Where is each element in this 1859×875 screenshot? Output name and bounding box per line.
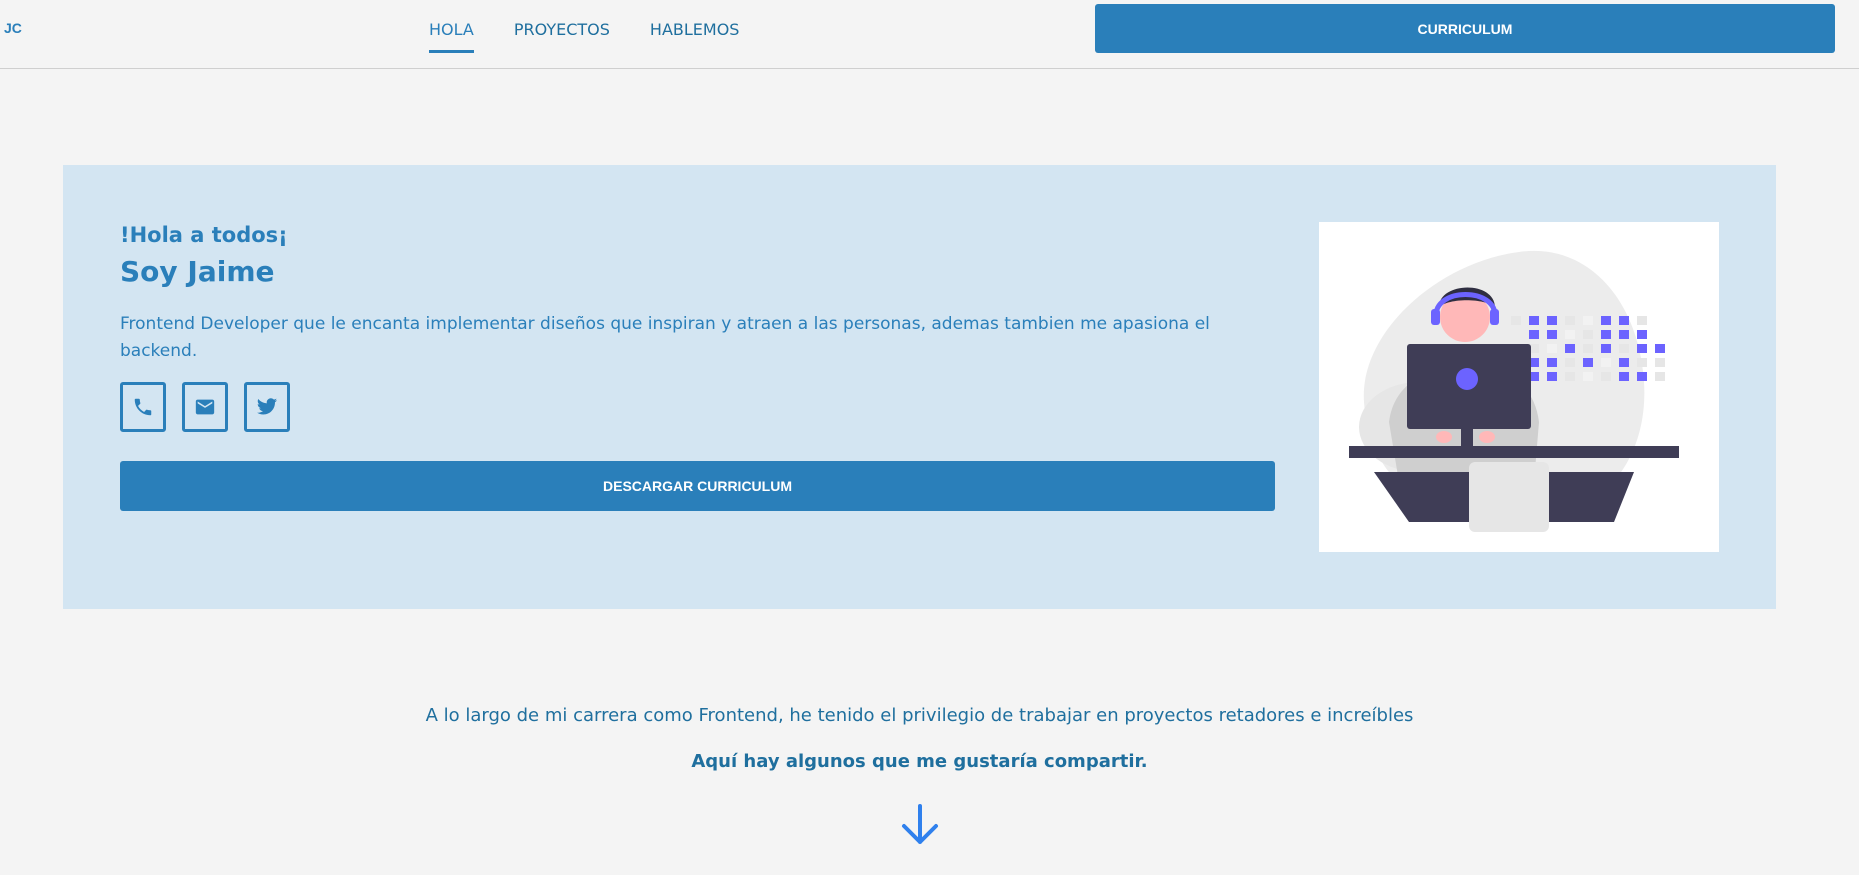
download-cv-button[interactable]: DESCARGAR CURRICULUM: [120, 461, 1275, 511]
curriculum-button[interactable]: CURRICULUM: [1095, 4, 1835, 53]
nav-item-label: PROYECTOS: [513, 20, 610, 39]
nav-item-hola[interactable]: HOLA: [429, 0, 474, 60]
phone-icon: [134, 398, 152, 416]
hero-greeting: !Hola a todos¡: [120, 223, 288, 247]
nav-item-label: HABLEMOS: [649, 20, 740, 39]
nav-item-label: HOLA: [429, 20, 474, 39]
logo[interactable]: JC: [4, 20, 22, 36]
projects-intro-highlight: Aquí hay algunos que me gustaría compart…: [691, 751, 1148, 772]
hero-description: Frontend Developer que le encanta implem…: [120, 314, 1210, 361]
hero-section: !Hola a todos¡ Soy Jaime Frontend Develo…: [63, 165, 1776, 609]
mail-icon: [195, 399, 215, 415]
site-header: JC HOLA PROYECTOS HABLEMOS CURRICULUM: [0, 0, 1859, 69]
social-links: [120, 382, 306, 432]
arrow-down-icon[interactable]: [898, 802, 942, 846]
phone-button[interactable]: [120, 382, 166, 432]
hero-name: Soy Jaime: [120, 255, 275, 288]
nav-item-hablemos[interactable]: HABLEMOS: [650, 0, 740, 60]
developer-illustration: [1319, 222, 1719, 552]
active-indicator: [429, 50, 474, 53]
projects-intro-text: A lo largo de mi carrera como Frontend, …: [425, 705, 1414, 726]
main-nav: HOLA PROYECTOS HABLEMOS: [429, 0, 779, 60]
nav-item-proyectos[interactable]: PROYECTOS: [514, 0, 610, 60]
mail-button[interactable]: [182, 382, 228, 432]
twitter-icon: [256, 398, 278, 415]
developer-at-computer-illustration: [1349, 250, 1679, 532]
twitter-button[interactable]: [244, 382, 290, 432]
